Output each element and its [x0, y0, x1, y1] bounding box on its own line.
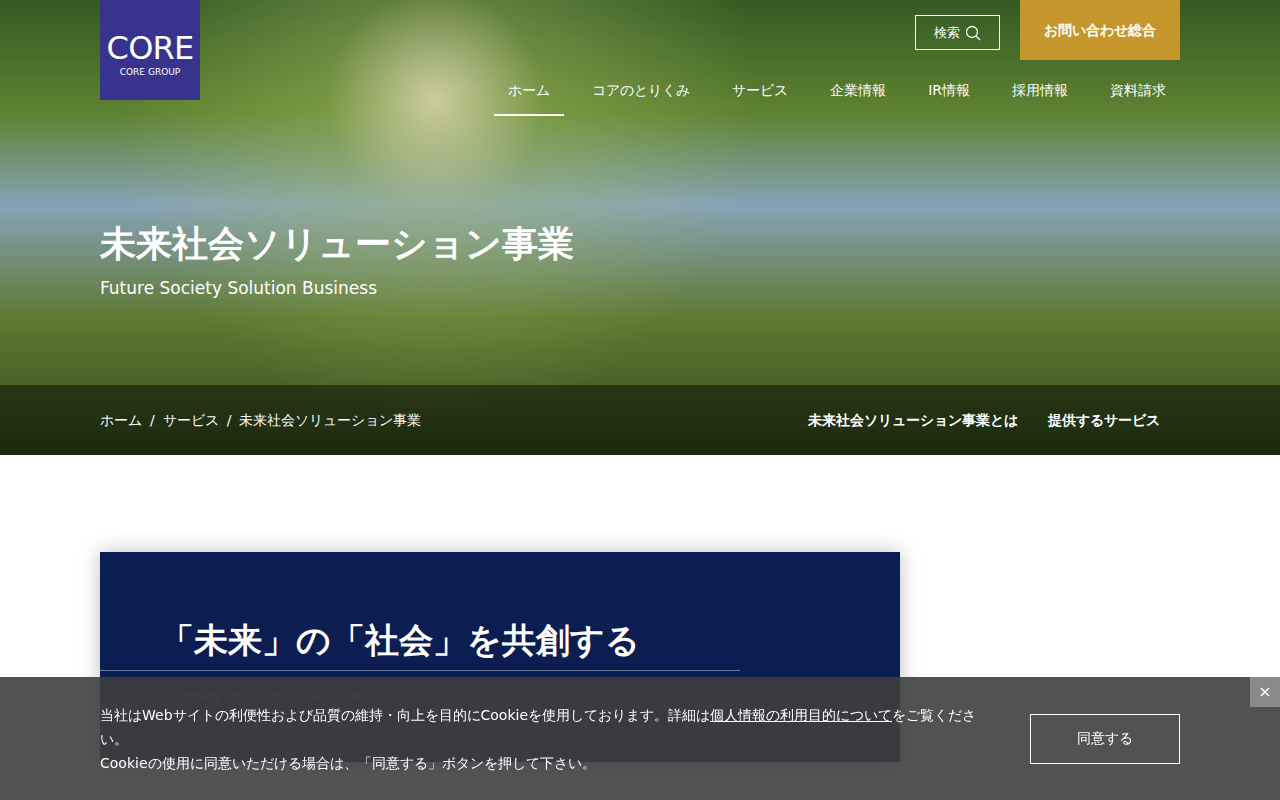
search-button[interactable]: 検索	[915, 15, 1000, 50]
page-link[interactable]: 提供するサービス	[1048, 410, 1160, 431]
page-subtitle: Future Society Solution Business	[100, 276, 1180, 302]
breadcrumb-item[interactable]: サービス	[163, 410, 219, 431]
main-nav: ホームコアのとりくみサービス企業情報 IR情報採用情報資料請求	[494, 80, 1180, 116]
hero: CORE CORE GROUP 検索 お問い合わせ総合 ホームコアのとりくみサー…	[0, 0, 1280, 455]
nav-item[interactable]: 企業情報	[816, 80, 900, 116]
privacy-link[interactable]: 個人情報の利用目的について	[710, 707, 892, 723]
intro-heading: 「未来」の「社会」を共創する	[100, 618, 900, 670]
nav-item[interactable]: コアのとりくみ	[578, 80, 704, 116]
close-button[interactable]: ×	[1250, 677, 1280, 707]
breadcrumb-separator: /	[150, 410, 155, 431]
nav-item[interactable]: サービス	[718, 80, 802, 116]
page-link[interactable]: 未来社会ソリューション事業とは	[808, 410, 1018, 431]
breadcrumb-bar: ホーム / サービス / 未来社会ソリューション事業 未来社会ソリューション事業とは 提供…	[0, 385, 1280, 455]
page-title: 未来社会ソリューション事業	[100, 222, 1180, 266]
breadcrumb-item: 未来社会ソリューション事業	[239, 410, 421, 431]
nav-item[interactable]: 採用情報	[998, 80, 1082, 116]
nav-item[interactable]: 資料請求	[1096, 80, 1180, 116]
search-icon	[965, 25, 981, 41]
agree-button[interactable]: 同意する	[1030, 714, 1180, 764]
breadcrumb-separator: /	[227, 410, 232, 431]
breadcrumb: ホーム / サービス / 未来社会ソリューション事業	[100, 410, 421, 431]
contact-button[interactable]: お問い合わせ総合	[1020, 0, 1180, 60]
nav-item[interactable]: IR情報	[914, 80, 984, 116]
breadcrumb-item[interactable]: ホーム	[100, 410, 142, 431]
logo[interactable]: CORE CORE GROUP	[100, 0, 200, 100]
nav-item[interactable]: ホーム	[494, 80, 564, 116]
cookie-banner: 当社はWebサイトの利便性および品質の維持・向上を目的にCookieを使用してお…	[0, 677, 1280, 800]
